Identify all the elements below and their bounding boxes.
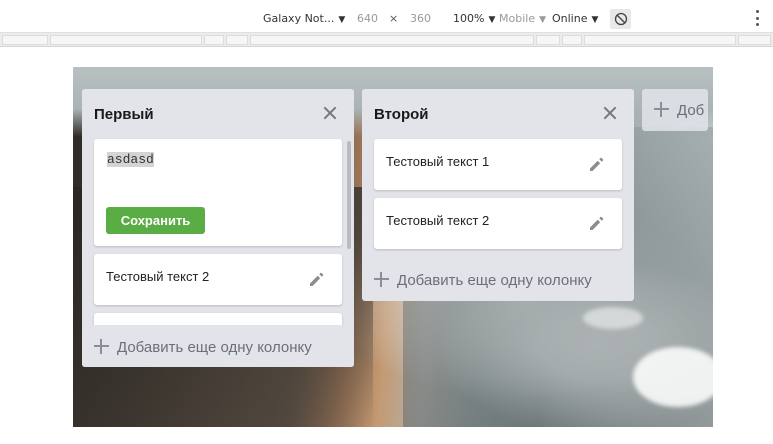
width-input[interactable]: 640 [357,12,378,26]
column-scrollbar[interactable] [347,141,351,249]
zoom-select[interactable]: 100% ▼ [453,12,495,27]
close-icon[interactable] [602,105,618,121]
card[interactable]: Тестовый текст 2 [94,254,342,305]
height-input[interactable]: 360 [410,12,431,26]
rotate-icon [614,12,627,26]
card-text-input[interactable]: asdasd [106,151,332,203]
device-select[interactable]: Galaxy Not... ▼ [263,12,345,27]
add-column-label: Добавить еще одну колонку [397,272,592,289]
add-column-button[interactable]: Добавить еще одну колонку [94,339,312,356]
new-column-label: Доб [677,102,705,119]
mode-label: Mobile [499,12,536,25]
save-button[interactable]: Сохранить [106,207,205,234]
add-column-button[interactable]: Добавить еще одну колонку [374,272,592,289]
card-editor: asdasd Сохранить [94,139,342,246]
device-toolbar: Galaxy Not... ▼ 640 × 360 100% ▼ Mobile ▼ O… [0,0,773,33]
plus-icon [94,339,109,354]
card-text: Тестовый текст 2 [106,269,210,284]
plus-icon [654,102,669,117]
column-title: Первый [94,106,154,123]
column-title: Второй [374,106,429,123]
card[interactable]: Тестовый текст 1 [374,139,622,190]
card-text: Тестовый текст 2 [386,213,490,228]
close-icon[interactable] [322,105,338,121]
device-select-label: Galaxy Not... [263,12,335,25]
device-viewport: Первый asdasd Сохранить Тестовый текст 2… [73,67,713,427]
media-query-ruler [0,33,773,47]
chevron-down-icon: ▼ [338,15,346,25]
chevron-down-icon: ▼ [488,15,496,25]
mode-select[interactable]: Mobile ▼ [499,12,546,27]
zoom-label: 100% [453,12,485,25]
background-foam [633,347,713,407]
card-text-value: asdasd [107,152,154,167]
rotate-button[interactable] [610,9,631,29]
new-column-label-wrap: Доб [654,102,704,119]
plus-icon [374,272,389,287]
column-first: Первый asdasd Сохранить Тестовый текст 2… [82,89,354,367]
chevron-down-icon: ▼ [591,15,599,25]
card-text: Тестовый текст 1 [386,154,490,169]
more-vertical-icon[interactable] [755,10,759,26]
pencil-icon[interactable] [587,155,605,173]
new-column-button[interactable]: Доб [642,89,708,131]
pencil-icon[interactable] [307,270,325,288]
pencil-icon[interactable] [587,214,605,232]
chevron-down-icon: ▼ [539,15,547,25]
background-foam [583,307,643,329]
network-label: Online [552,12,588,25]
network-select[interactable]: Online ▼ [552,12,598,27]
dimension-separator: × [389,12,399,25]
column-second: Второй Тестовый текст 1 Тестовый текст 2… [362,89,634,301]
card[interactable]: Тестовый текст 2 [374,198,622,249]
add-column-label: Добавить еще одну колонку [117,339,312,356]
